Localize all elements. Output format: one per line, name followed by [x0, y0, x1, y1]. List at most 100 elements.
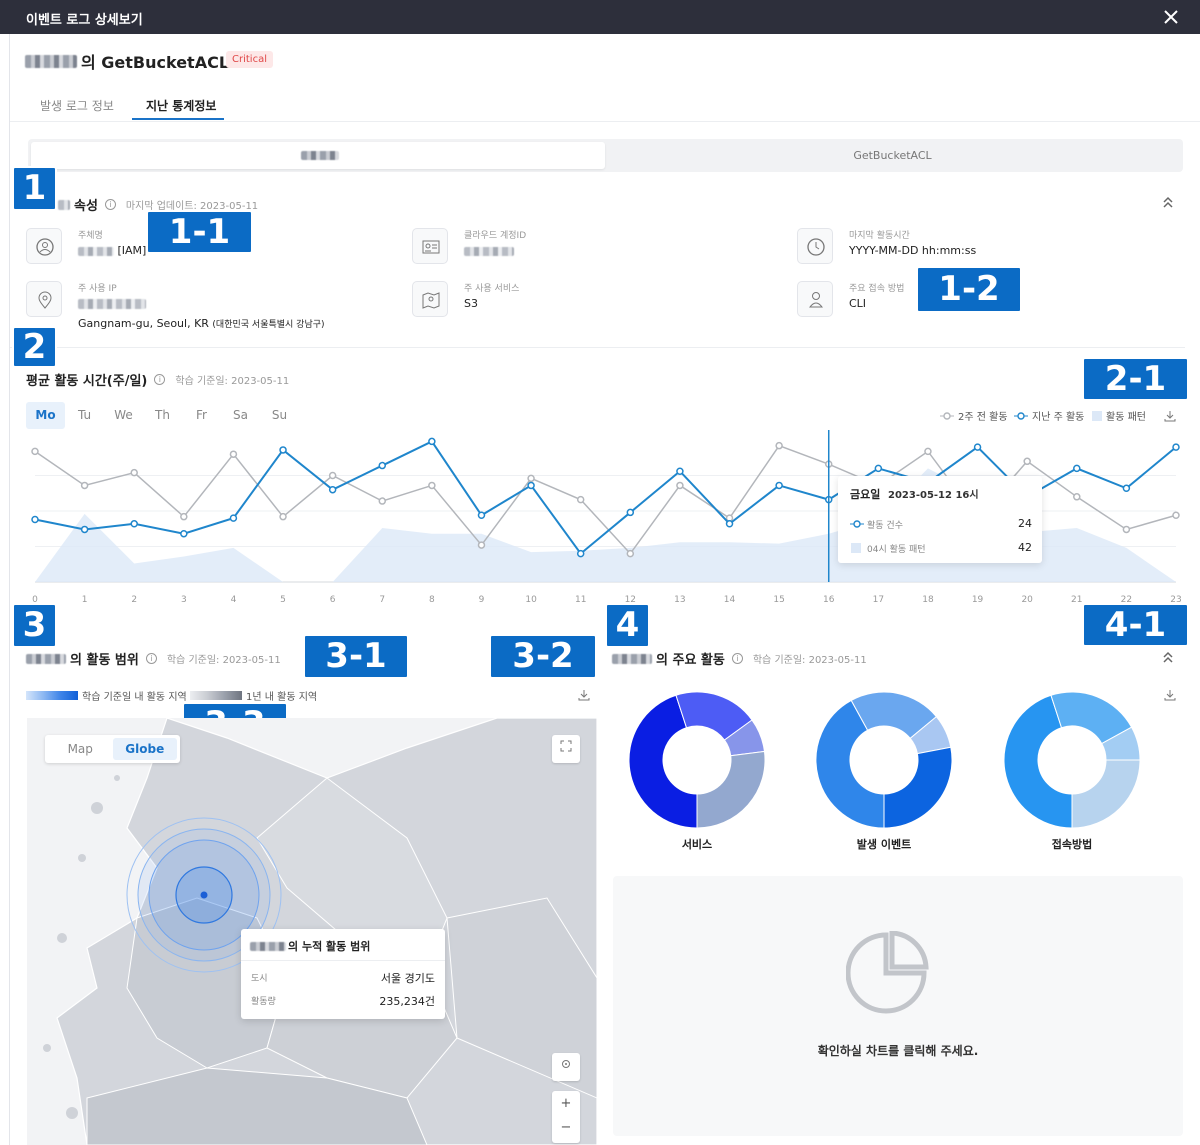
x-tick-label: 2	[131, 595, 137, 605]
scope-title: 의 활동 범위 i 학습 기준일: 2023-05-11	[26, 649, 281, 668]
tooltip-value: 24	[1018, 517, 1032, 530]
x-tick-label: 17	[873, 595, 884, 605]
scope-title-text: 의 활동 범위	[70, 653, 139, 668]
location-text: Gangnam-gu, Seoul, KR	[78, 317, 209, 330]
divider	[10, 121, 1200, 122]
day-tab[interactable]: Sa	[221, 402, 260, 429]
data-point	[924, 447, 932, 456]
data-point	[527, 474, 535, 483]
day-tab[interactable]: Su	[260, 402, 299, 429]
collapse-icon[interactable]	[1161, 195, 1175, 209]
x-tick-label: 20	[1021, 595, 1033, 605]
region-popup: 의 누적 활동 범위 도시 서울 경기도 활동량 235,234건	[241, 929, 445, 1019]
data-point	[428, 437, 436, 446]
data-point	[328, 485, 337, 494]
x-tick-label: 21	[1071, 595, 1082, 605]
data-point	[31, 447, 39, 456]
user-pin-icon	[797, 281, 833, 317]
data-point	[31, 515, 39, 524]
user-icon	[26, 228, 62, 264]
donut-slice[interactable]	[883, 746, 953, 829]
marker-3: 3	[12, 603, 57, 648]
x-tick-label: 11	[575, 595, 586, 605]
close-icon[interactable]	[1160, 6, 1182, 28]
main-title-text: 의 주요 활동	[656, 653, 725, 668]
series-marker-icon	[850, 520, 864, 528]
redacted-name	[25, 54, 77, 68]
x-tick-label: 7	[379, 595, 385, 605]
day-tab[interactable]: We	[104, 402, 143, 429]
attr-value: YYYY-MM-DD hh:mm:ss	[849, 244, 977, 257]
popup-label: 도시	[251, 974, 268, 984]
marker-3-2: 3-2	[489, 634, 597, 679]
data-point	[1172, 443, 1180, 451]
tooltip-label: 활동 건수	[867, 521, 903, 531]
legend-label: 학습 기준일 내 활동 지역	[82, 692, 187, 703]
info-icon[interactable]: i	[104, 199, 116, 210]
tab-log-info[interactable]: 발생 로그 정보	[40, 97, 114, 114]
tooltip-day: 금요일	[850, 488, 881, 501]
data-point	[874, 464, 883, 473]
data-point	[626, 549, 635, 558]
data-point	[775, 481, 783, 490]
data-point	[775, 441, 783, 450]
map-mode-map[interactable]: Map	[48, 738, 113, 760]
severity-badge: Critical	[226, 51, 273, 68]
day-tab[interactable]: Mo	[26, 402, 65, 429]
zoom-in-icon[interactable]: +	[552, 1091, 580, 1117]
attr-access-method: 주요 접속 방법 CLI	[797, 281, 1157, 325]
x-tick-label: 18	[922, 595, 934, 605]
pie-chart-icon	[846, 931, 929, 1014]
map-icon	[412, 281, 448, 317]
attr-account-id: 클라우드 계정ID	[412, 228, 772, 272]
legend-2weeks[interactable]: 2주 전 활동	[940, 408, 1008, 423]
data-point	[428, 481, 436, 490]
segment-subject[interactable]	[31, 142, 605, 169]
attr-location: Gangnam-gu, Seoul, KR (대한민국 서울특별시 강남구)	[78, 317, 325, 330]
attr-value	[78, 297, 146, 310]
zoom-controls: + −	[552, 1091, 580, 1143]
segment-event[interactable]: GetBucketACL	[605, 142, 1180, 169]
zoom-out-icon[interactable]: −	[552, 1117, 580, 1143]
map-mode-globe[interactable]: Globe	[112, 738, 177, 760]
info-icon[interactable]: i	[731, 653, 743, 664]
info-icon[interactable]: i	[154, 374, 166, 385]
x-tick-label: 3	[181, 595, 187, 605]
data-point	[328, 471, 337, 480]
collapse-icon[interactable]	[1161, 650, 1175, 664]
attributes-title-text: 속성	[74, 199, 98, 214]
donut-slice[interactable]	[696, 750, 766, 829]
day-tab[interactable]: Fr	[182, 402, 221, 429]
day-tabs: Mo Tu We Th Fr Sa Su	[26, 402, 299, 429]
attr-label: 마지막 활동시간	[849, 231, 910, 241]
download-icon[interactable]	[577, 688, 591, 702]
donut-label-event: 발생 이벤트	[856, 838, 912, 851]
x-tick-label: 4	[231, 595, 237, 605]
pattern-marker-icon	[851, 543, 861, 553]
main-activity-donuts[interactable]	[610, 690, 1190, 830]
tab-past-stats[interactable]: 지난 통계정보	[146, 97, 216, 114]
popup-label: 활동량	[251, 997, 276, 1007]
fullscreen-icon[interactable]	[552, 735, 580, 763]
legend-lastweek[interactable]: 지난 주 활동	[1014, 408, 1084, 423]
data-point	[279, 446, 287, 454]
x-tick-label: 5	[280, 595, 286, 605]
donut-slice[interactable]	[1071, 759, 1141, 829]
day-tab[interactable]: Tu	[65, 402, 104, 429]
data-point	[626, 508, 635, 517]
data-point	[229, 514, 238, 522]
data-point	[676, 467, 684, 475]
data-point	[229, 450, 238, 458]
attr-label: 주 사용 IP	[78, 284, 117, 294]
divider	[10, 347, 1185, 348]
day-tab[interactable]: Th	[143, 402, 182, 429]
x-tick-label: 1	[82, 595, 88, 605]
locate-icon[interactable]	[552, 1053, 580, 1081]
popup-value: 235,234건	[379, 995, 435, 1008]
download-icon[interactable]	[1163, 409, 1177, 423]
info-icon[interactable]: i	[145, 653, 157, 664]
legend-learning-region: 학습 기준일 내 활동 지역	[26, 688, 187, 703]
attr-value: [IAM]	[78, 244, 146, 257]
data-point	[1122, 525, 1131, 534]
legend-pattern[interactable]: 활동 패턴	[1092, 408, 1146, 423]
